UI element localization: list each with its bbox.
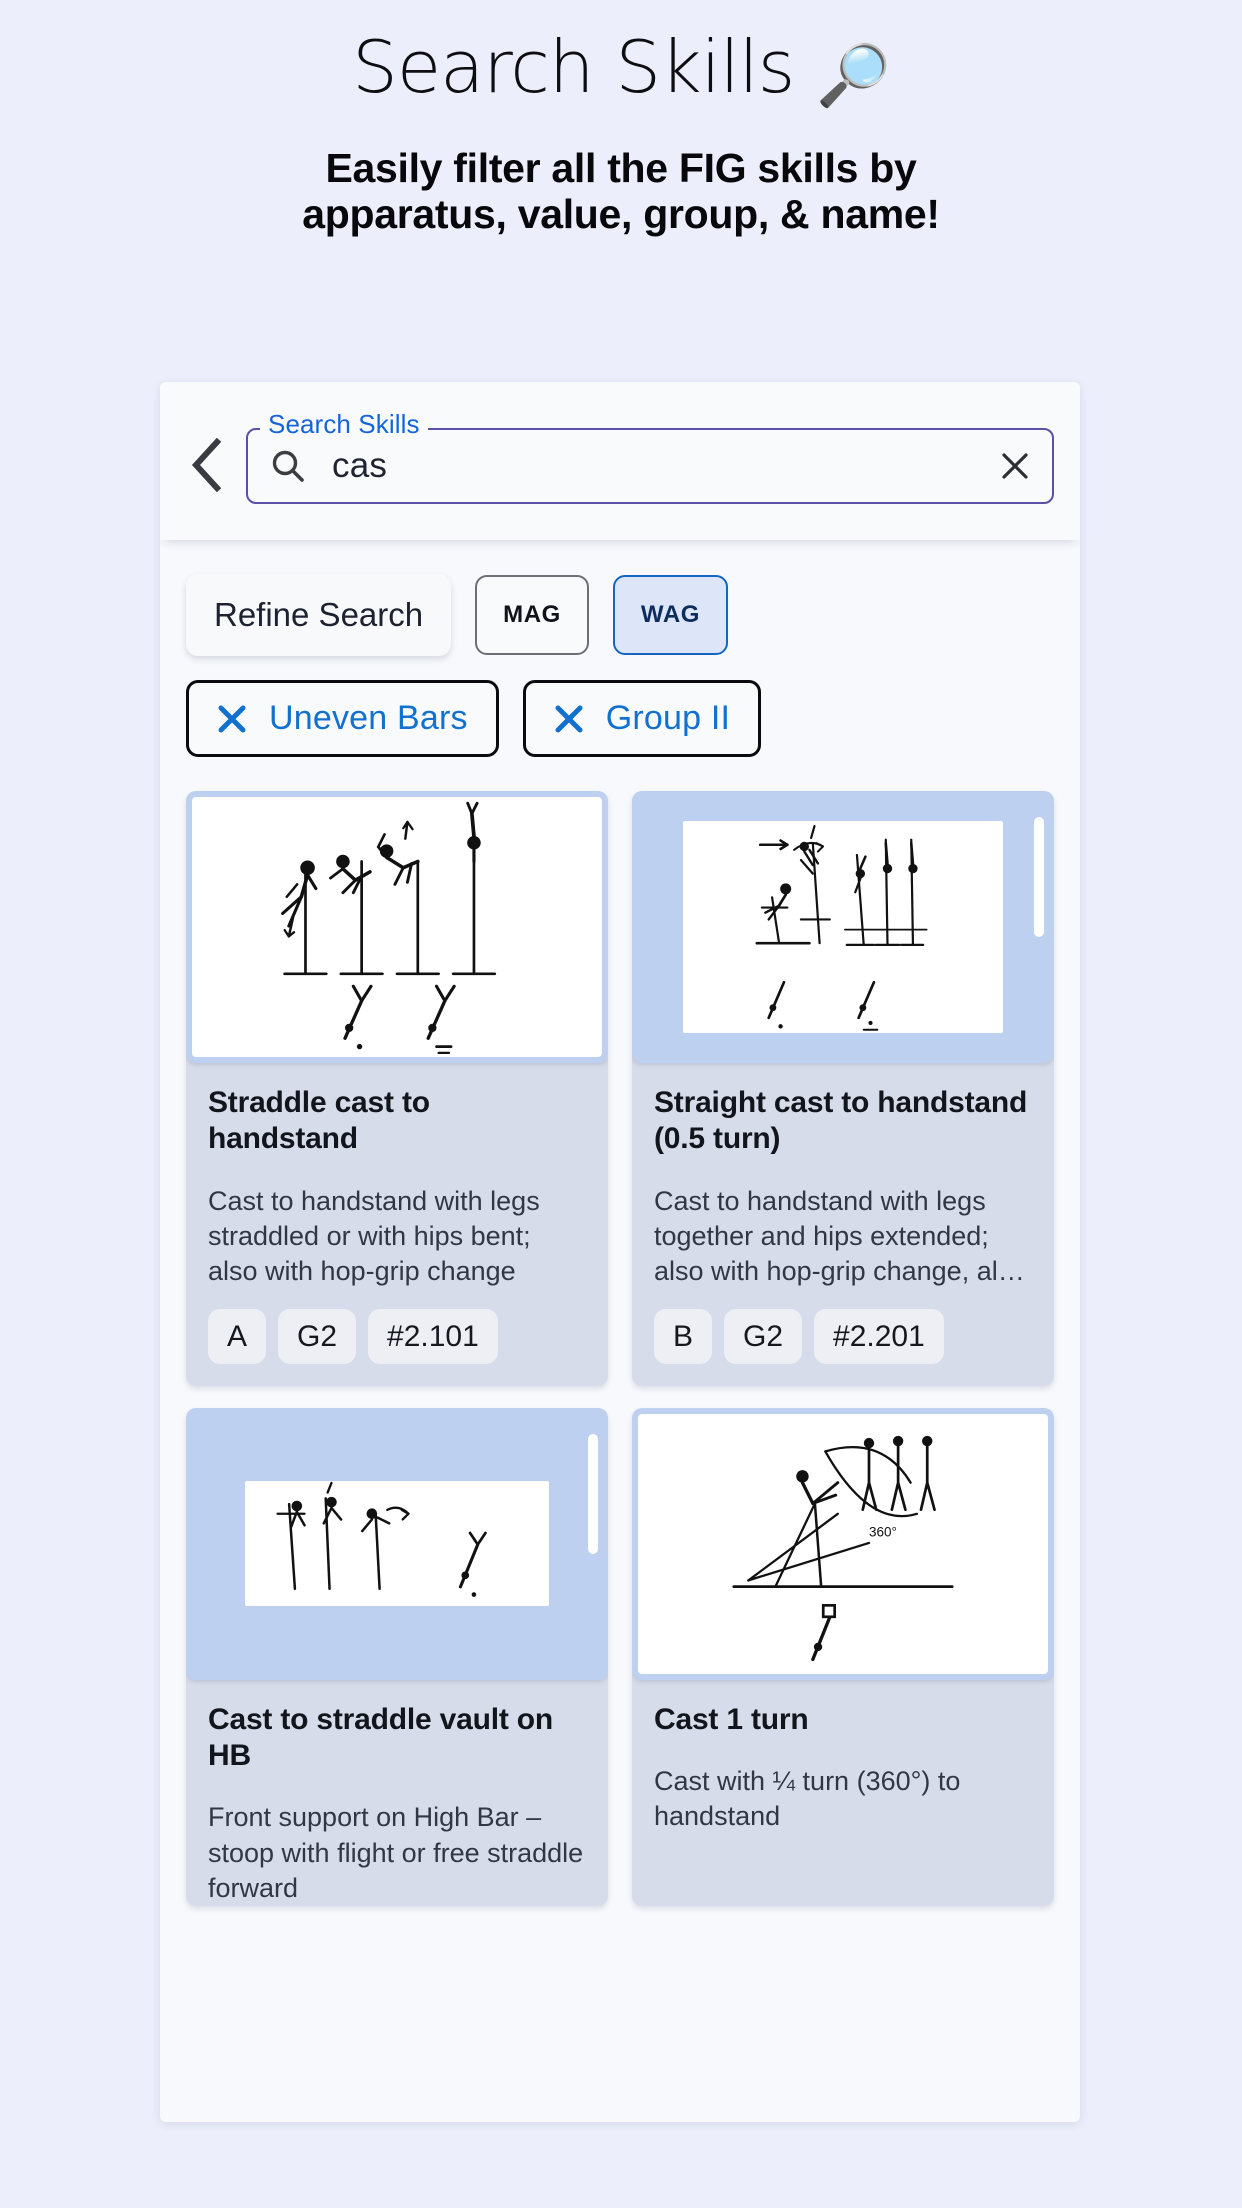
skill-thumbnail[interactable]	[632, 791, 1054, 1063]
result-card-body: Cast to straddle vault on HB Front suppo…	[186, 1680, 608, 1906]
close-icon[interactable]	[554, 704, 584, 734]
filter-row-chips: Uneven Bars Group II	[186, 680, 1054, 757]
search-header: Search Skills cas	[160, 382, 1080, 540]
status-badge: G2	[724, 1308, 803, 1364]
app-screenshot-frame: Search Skills cas Refine Search MAG WAG …	[160, 382, 1080, 2122]
filter-chip-label: Group II	[605, 699, 731, 737]
segment-wag[interactable]: WAG	[612, 575, 729, 655]
straddle-cast-figure	[192, 797, 602, 1057]
skill-title: Straight cast to handstand (0.5 turn)	[654, 1086, 1028, 1156]
status-badge: A	[208, 1308, 267, 1364]
search-field-wrapper: Search Skills cas	[246, 411, 1054, 504]
result-card[interactable]: 360° Cast 1 turn Cast with ¼ turn (360°)…	[632, 1407, 1054, 1906]
status-badge: #2.201	[814, 1308, 944, 1364]
close-icon[interactable]	[217, 704, 247, 734]
skill-thumbnail[interactable]	[186, 1407, 608, 1680]
filters-section: Refine Search MAG WAG Uneven Bars Group …	[160, 540, 1080, 757]
page-title: Search Skills 🔎	[0, 26, 1242, 111]
hero-subtitle-line-2: apparatus, value, group, & name!	[302, 191, 940, 238]
skill-badges: B G2 #2.201	[632, 1289, 1054, 1386]
search-icon	[270, 448, 310, 484]
skill-description: Cast with ¼ turn (360°) to handstand	[654, 1766, 961, 1832]
filter-chip-group-ii[interactable]: Group II	[522, 680, 762, 757]
search-input-value: cas	[332, 446, 388, 485]
result-card[interactable]: Straddle cast to handstand Cast to hands…	[186, 791, 608, 1386]
search-input[interactable]: cas	[246, 428, 1054, 504]
skill-description: Front support on High Bar – stoop with f…	[208, 1802, 584, 1903]
filter-chip-uneven-bars[interactable]: Uneven Bars	[186, 680, 499, 757]
skill-thumbnail[interactable]	[186, 791, 608, 1063]
skill-description: Cast to handstand with legs straddled or…	[208, 1185, 540, 1286]
thumbnail-scrollbar[interactable]	[1034, 817, 1044, 937]
segment-mag[interactable]: MAG	[475, 575, 589, 655]
cast-straddle-vault-figure	[245, 1481, 549, 1607]
filter-chip-label: Uneven Bars	[269, 699, 468, 737]
clear-search-icon[interactable]	[998, 450, 1032, 482]
page-title-text: Search Skills	[352, 25, 795, 109]
result-card[interactable]: Straight cast to handstand (0.5 turn) Ca…	[632, 791, 1054, 1386]
thumbnail-scrollbar[interactable]	[588, 1433, 598, 1554]
status-badge: G2	[278, 1308, 357, 1364]
chevron-left-icon[interactable]	[178, 437, 234, 493]
skill-title: Cast 1 turn	[654, 1702, 809, 1736]
refine-search-button[interactable]: Refine Search	[186, 574, 452, 656]
straight-cast-half-turn-figure	[682, 820, 1004, 1034]
skill-title: Cast to straddle vault on HB	[208, 1702, 554, 1773]
app-page: Search Skills 🔎 Easily filter all the FI…	[0, 0, 1242, 2208]
skill-description: Cast to handstand with legs together and…	[654, 1185, 1027, 1286]
skill-title: Straddle cast to handstand	[208, 1086, 430, 1156]
result-card-body: Cast 1 turn Cast with ¼ turn (360°) to h…	[632, 1680, 1054, 1906]
skill-thumbnail[interactable]: 360°	[632, 1407, 1054, 1680]
hero-section: Search Skills 🔎 Easily filter all the FI…	[0, 0, 1242, 238]
status-badge: #2.101	[368, 1308, 498, 1364]
hero-subtitle-line-1: Easily filter all the FIG skills by	[325, 145, 917, 191]
hero-subtitle: Easily filter all the FIG skills by appa…	[0, 145, 1242, 238]
status-badge: B	[654, 1308, 713, 1364]
svg-text:360°: 360°	[869, 1525, 897, 1540]
result-card[interactable]: Cast to straddle vault on HB Front suppo…	[186, 1407, 608, 1906]
cast-one-turn-figure: 360°	[638, 1413, 1048, 1674]
magnifying-glass-icon: 🔎	[816, 41, 891, 111]
result-card-body: Straddle cast to handstand Cast to hands…	[186, 1063, 608, 1289]
search-field-legend: Search Skills	[260, 411, 428, 437]
filter-row-primary: Refine Search MAG WAG	[186, 574, 1054, 656]
skill-badges: A G2 #2.101	[186, 1289, 608, 1386]
search-results-grid: Straddle cast to handstand Cast to hands…	[160, 791, 1080, 1906]
result-card-body: Straight cast to handstand (0.5 turn) Ca…	[632, 1063, 1054, 1289]
